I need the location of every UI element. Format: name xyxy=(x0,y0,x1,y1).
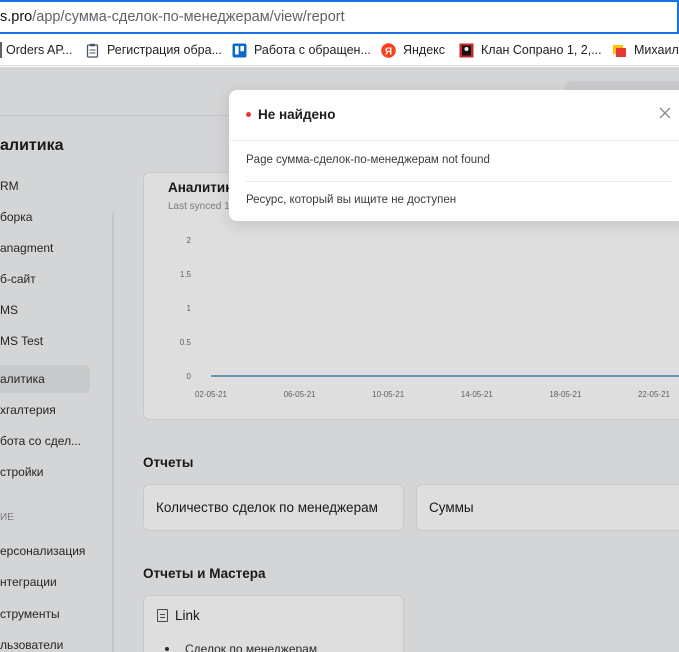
notification-header: Не найдено xyxy=(246,107,335,122)
notification-divider xyxy=(246,181,672,182)
svg-text:Я: Я xyxy=(385,46,392,57)
bookmark-label: Клан Сопрано 1, 2,... xyxy=(481,43,602,57)
close-icon[interactable] xyxy=(658,106,672,120)
bookmark-label: Orders AP... xyxy=(6,43,73,57)
separator-icon xyxy=(0,42,2,58)
notification-detail: Ресурс, который вы ищите не доступен xyxy=(246,194,457,206)
notification-message: Page сумма-сделок-по-менеджерам not foun… xyxy=(246,154,490,166)
clipboard-icon xyxy=(86,43,99,58)
bookmark-label: Работа с обращен... xyxy=(254,43,371,57)
bookmark-label: Яндекс xyxy=(403,43,446,57)
bookmark-orders[interactable]: Orders AP... xyxy=(0,34,72,66)
error-dot-icon xyxy=(246,112,251,117)
notification-divider xyxy=(229,140,679,141)
bookmark-registration[interactable]: Регистрация обра... xyxy=(85,34,222,66)
url-path: /app/сумма-сделок-по-менеджерам/view/rep… xyxy=(32,9,345,25)
soprano-icon xyxy=(459,43,474,57)
not-found-notification: Не найдено Page сумма-сделок-по-менеджер… xyxy=(229,90,679,221)
bookmarks-bar: Orders AP... Регистрация обра... Работа … xyxy=(0,34,679,66)
bookmark-label: Михаил xyxy=(634,43,679,57)
bookmark-trello[interactable]: Работа с обращен... xyxy=(232,34,371,66)
trello-icon xyxy=(232,43,247,57)
notification-title: Не найдено xyxy=(258,107,336,122)
yandex-icon: Я xyxy=(381,42,396,58)
bookmark-soprano[interactable]: Клан Сопрано 1, 2,... xyxy=(459,34,602,66)
bookmark-mikhail[interactable]: Михаил xyxy=(612,34,679,66)
address-bar[interactable]: s.pro/app/сумма-сделок-по-менеджерам/vie… xyxy=(0,0,679,34)
bookmark-yandex[interactable]: Я Яндекс xyxy=(381,34,445,66)
folder-icon xyxy=(613,44,626,57)
bookmark-label: Регистрация обра... xyxy=(107,43,222,57)
url-host: s.pro xyxy=(0,9,33,25)
url-text[interactable]: s.pro/app/сумма-сделок-по-менеджерам/vie… xyxy=(0,9,345,25)
